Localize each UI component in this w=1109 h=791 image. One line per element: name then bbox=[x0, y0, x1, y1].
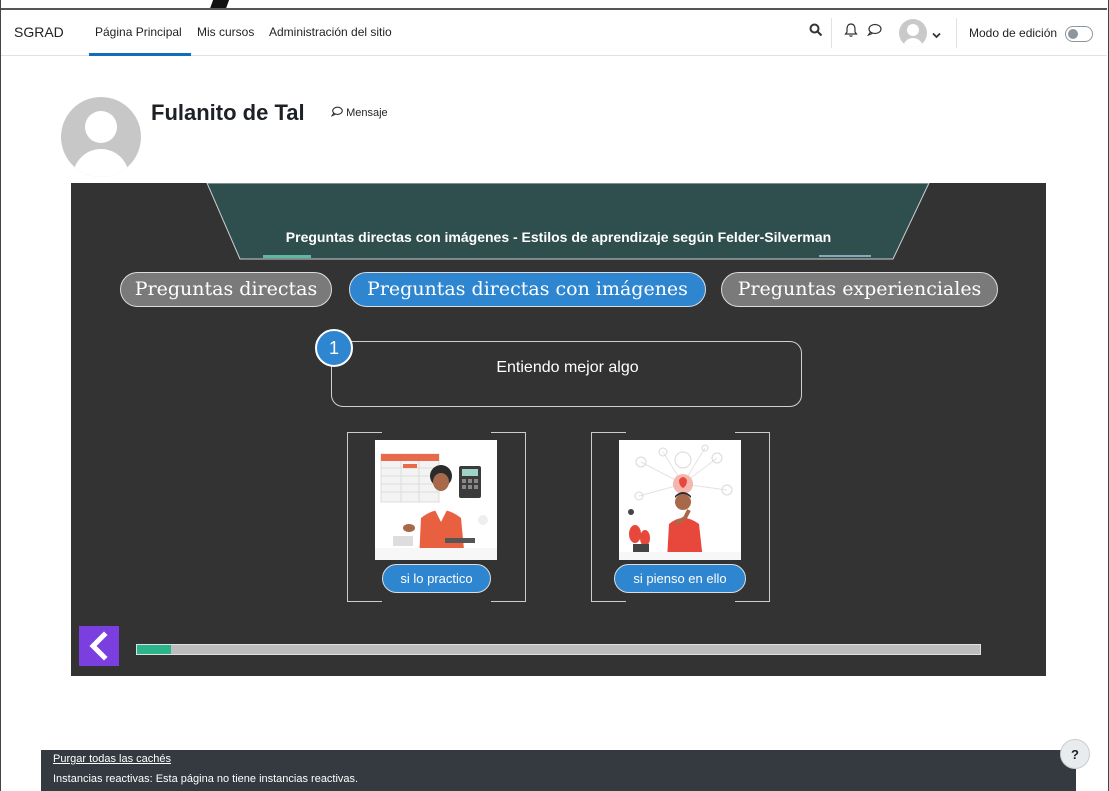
woman-calculator-illustration bbox=[375, 440, 497, 560]
edit-mode-toggle[interactable] bbox=[1065, 26, 1093, 42]
edit-mode-label: Modo de edición bbox=[969, 26, 1058, 40]
tab-direct-questions[interactable]: Preguntas directas bbox=[120, 272, 332, 307]
page-footer: Purgar todas las cachés Instancias react… bbox=[41, 750, 1076, 791]
profile-name: Fulanito de Tal bbox=[151, 100, 305, 125]
nav-item-site-admin[interactable]: Administración del sitio bbox=[269, 25, 392, 39]
nav-item-my-courses[interactable]: Mis cursos bbox=[197, 25, 254, 39]
message-label: Mensaje bbox=[346, 107, 388, 119]
navbar-divider bbox=[831, 18, 832, 48]
option-button-practice[interactable]: si lo practico bbox=[382, 564, 491, 593]
active-tab-indicator bbox=[89, 53, 191, 56]
option-card-practice[interactable]: si lo practico bbox=[347, 432, 526, 602]
user-avatar[interactable] bbox=[899, 19, 927, 47]
help-button[interactable]: ? bbox=[1060, 739, 1090, 769]
question-card: Entiendo mejor algo bbox=[331, 341, 802, 407]
progress-bar bbox=[136, 644, 981, 655]
reactive-instances-text: Instancias reactivas: Esta página no tie… bbox=[53, 773, 359, 785]
purge-caches-link[interactable]: Purgar todas las cachés bbox=[53, 753, 171, 765]
activity-title: Preguntas directas con imágenes - Estilo… bbox=[285, 229, 832, 245]
search-icon[interactable] bbox=[809, 23, 823, 40]
question-number-badge: 1 bbox=[315, 329, 353, 367]
nav-item-home[interactable]: Página Principal bbox=[95, 25, 182, 39]
bell-icon[interactable] bbox=[844, 23, 858, 41]
chat-icon[interactable] bbox=[866, 23, 882, 40]
message-button[interactable]: Mensaje bbox=[330, 106, 388, 119]
site-brand[interactable]: SGRAD bbox=[14, 24, 64, 40]
navbar-divider bbox=[956, 18, 957, 48]
tab-experiential-questions[interactable]: Preguntas experienciales bbox=[721, 272, 998, 307]
top-navbar: SGRAD Página Principal Mis cursos Admini… bbox=[1, 8, 1107, 56]
chevron-down-icon[interactable] bbox=[932, 26, 941, 42]
activity-panel: Preguntas directas con imágenes - Estilo… bbox=[71, 183, 1046, 676]
question-text: Entiendo mejor algo bbox=[496, 359, 639, 376]
back-button[interactable] bbox=[79, 626, 119, 666]
option-button-think[interactable]: si pienso en ello bbox=[614, 564, 746, 593]
activity-banner bbox=[206, 183, 930, 260]
activity-tabs: Preguntas directas Preguntas directas co… bbox=[71, 272, 1046, 308]
option-card-think[interactable]: si pienso en ello bbox=[591, 432, 770, 602]
chat-icon bbox=[330, 106, 343, 117]
progress-fill bbox=[137, 645, 171, 654]
man-thinking-illustration bbox=[619, 440, 741, 560]
chevron-left-icon bbox=[89, 631, 108, 661]
profile-avatar bbox=[61, 97, 141, 177]
tab-direct-questions-images[interactable]: Preguntas directas con imágenes bbox=[349, 272, 706, 307]
